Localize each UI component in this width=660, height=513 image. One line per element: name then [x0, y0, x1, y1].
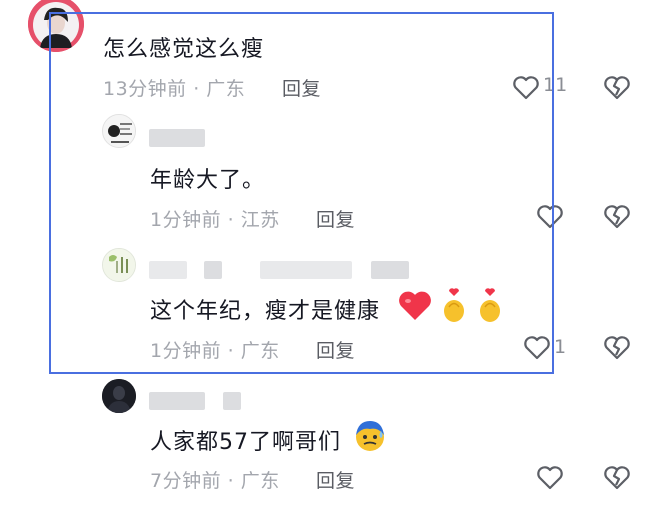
finger-heart-icon — [444, 288, 464, 322]
comment-text-content: 这个年纪，瘦才是健康 — [150, 299, 381, 324]
comment-text-content: 人家都57了啊哥们 — [150, 430, 341, 455]
username-redacted — [204, 261, 222, 279]
reply-button[interactable]: 回复 — [316, 205, 355, 232]
reply-button[interactable]: 回复 — [282, 74, 321, 101]
heart-outline-icon — [537, 466, 563, 490]
username-redacted — [260, 261, 352, 279]
finger-heart-emoji — [441, 287, 467, 323]
reply-button[interactable]: 回复 — [316, 466, 355, 493]
username-redacted — [149, 392, 205, 410]
broken-heart-icon — [604, 76, 630, 100]
reply-button[interactable]: 回复 — [316, 336, 355, 363]
avatar-image — [28, 0, 84, 52]
like-count: 11 — [543, 74, 568, 96]
avatar-image — [103, 115, 135, 147]
commenter-avatar[interactable] — [102, 379, 136, 413]
username-redacted — [223, 392, 241, 410]
like-button[interactable] — [535, 201, 565, 231]
comment-text: 怎么感觉这么瘦 — [103, 37, 265, 62]
finger-heart-emoji — [477, 287, 503, 323]
dislike-button[interactable] — [602, 462, 632, 492]
heart-outline-icon — [524, 336, 550, 360]
avatar-image — [102, 379, 136, 413]
comment-text: 年龄大了。 — [150, 168, 266, 193]
dislike-button[interactable] — [602, 201, 632, 231]
comment-meta: 13分钟前 · 广东 — [103, 78, 246, 100]
username-redacted — [371, 261, 409, 279]
commenter-avatar[interactable] — [102, 114, 136, 148]
username-redacted — [149, 261, 187, 279]
heart-outline-icon — [513, 76, 539, 100]
sweating-face-emoji — [352, 417, 388, 453]
sweat-face-icon — [356, 421, 384, 451]
red-heart-emoji — [398, 290, 432, 322]
finger-heart-icon — [480, 288, 500, 322]
commenter-avatar[interactable] — [28, 0, 84, 52]
broken-heart-icon — [604, 205, 630, 229]
heart-outline-icon — [537, 205, 563, 229]
dislike-button[interactable] — [602, 72, 632, 102]
broken-heart-icon — [604, 336, 630, 360]
comment-text: 这个年纪，瘦才是健康 — [150, 293, 380, 325]
like-button[interactable] — [511, 72, 541, 102]
username-redacted — [149, 129, 205, 147]
commenter-avatar[interactable] — [102, 248, 136, 282]
red-heart-icon — [399, 291, 431, 320]
comment-meta: 7分钟前 · 广东 — [150, 470, 280, 492]
like-button[interactable] — [535, 462, 565, 492]
comment-meta: 1分钟前 · 江苏 — [150, 209, 280, 231]
avatar-image — [103, 249, 135, 281]
comment-text: 人家都57了啊哥们 — [150, 424, 341, 456]
broken-heart-icon — [604, 466, 630, 490]
like-button[interactable] — [522, 332, 552, 362]
comment-meta: 1分钟前 · 广东 — [150, 340, 280, 362]
like-count: 1 — [554, 336, 567, 358]
dislike-button[interactable] — [602, 332, 632, 362]
